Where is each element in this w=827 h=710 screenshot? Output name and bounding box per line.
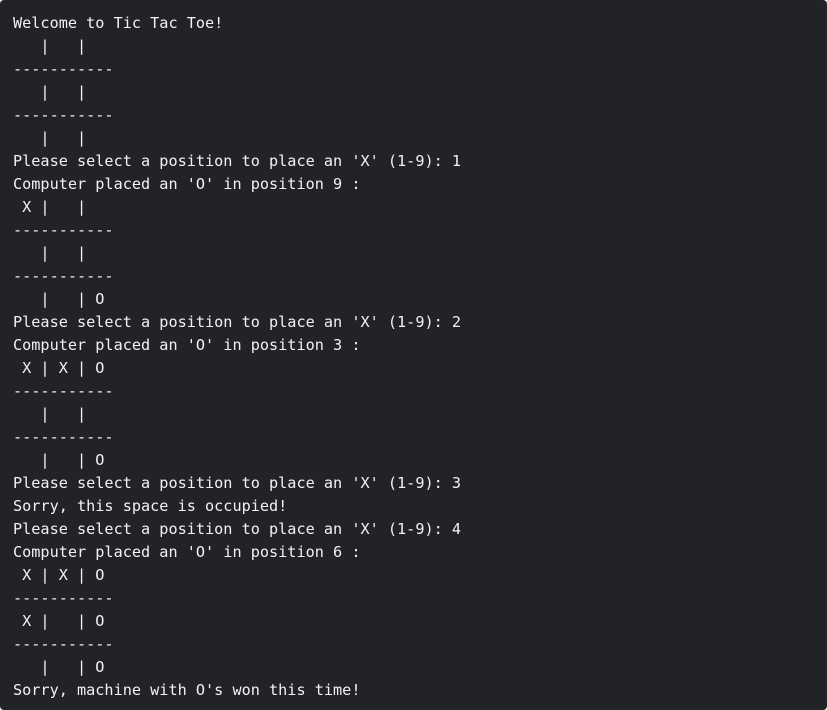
prompt-line: Please select a position to place an 'X'… (13, 474, 462, 492)
prompt-line: Please select a position to place an 'X'… (13, 152, 462, 170)
board-divider-line: ----------- (13, 106, 114, 124)
board-row-line: X | | (13, 198, 87, 216)
board-row-line: | | (13, 129, 87, 147)
prompt-line: Please select a position to place an 'X'… (13, 520, 462, 538)
computer-move-line: Computer placed an 'O' in position 9 : (13, 175, 361, 193)
board-divider-line: ----------- (13, 60, 114, 78)
computer-move-line: Computer placed an 'O' in position 6 : (13, 543, 361, 561)
board-row-line: X | | O (13, 612, 105, 630)
board-row-line: | | (13, 405, 87, 423)
board-row-line: | | O (13, 290, 105, 308)
board-divider-line: ----------- (13, 428, 114, 446)
board-divider-line: ----------- (13, 382, 114, 400)
board-divider-line: ----------- (13, 267, 114, 285)
board-row-line: X | X | O (13, 566, 105, 584)
board-row-line: | | (13, 83, 87, 101)
board-row-line: | | O (13, 451, 105, 469)
board-divider-line: ----------- (13, 589, 114, 607)
terminal-output: Welcome to Tic Tac Toe! | | ----------- … (0, 0, 827, 710)
board-divider-line: ----------- (13, 635, 114, 653)
board-row-line: | | (13, 37, 87, 55)
game-result-line: Sorry, machine with O's won this time! (13, 681, 361, 699)
board-row-line: X | X | O (13, 359, 105, 377)
board-row-line: | | O (13, 658, 105, 676)
welcome-line: Welcome to Tic Tac Toe! (13, 14, 224, 32)
prompt-line: Please select a position to place an 'X'… (13, 313, 462, 331)
error-line: Sorry, this space is occupied! (13, 497, 288, 515)
board-row-line: | | (13, 244, 87, 262)
computer-move-line: Computer placed an 'O' in position 3 : (13, 336, 361, 354)
board-divider-line: ----------- (13, 221, 114, 239)
